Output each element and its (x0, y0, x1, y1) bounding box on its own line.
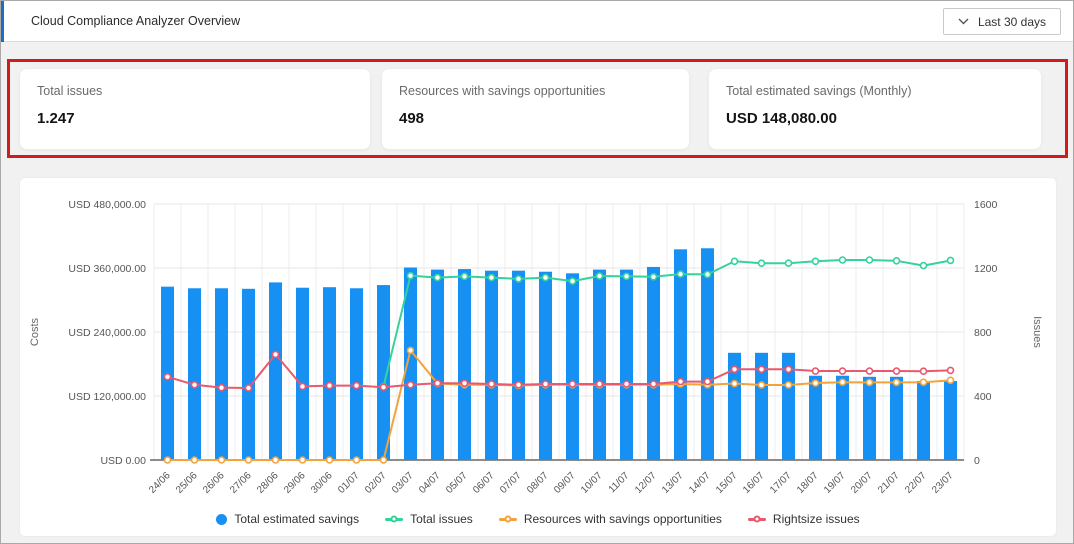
legend-label: Total issues (410, 512, 473, 526)
svg-text:11/07: 11/07 (607, 470, 632, 495)
stat-label: Resources with savings opportunities (399, 83, 606, 98)
combo-chart: USD 480,000.00 1600 USD 360,000.00 1200 USD … (26, 190, 1048, 513)
legend-marker-icon (753, 515, 761, 523)
legend-marker-icon (390, 515, 398, 523)
svg-text:Issues: Issues (1031, 316, 1043, 348)
svg-text:29/06: 29/06 (282, 470, 308, 496)
legend-item[interactable]: Rightsize issues (747, 512, 860, 526)
chart-legend: Total estimated savings Total issues Resou… (20, 512, 1056, 526)
svg-text:04/07: 04/07 (417, 470, 443, 496)
svg-text:06/07: 06/07 (471, 470, 497, 496)
svg-text:USD 480,000.00: USD 480,000.00 (68, 199, 146, 211)
svg-text:21/07: 21/07 (876, 470, 902, 496)
stat-value: 1.247 (37, 109, 75, 127)
svg-text:23/07: 23/07 (930, 470, 956, 496)
svg-text:24/06: 24/06 (147, 470, 173, 496)
legend-label: Total estimated savings (234, 512, 360, 526)
svg-text:800: 800 (974, 327, 992, 339)
page-title: Cloud Compliance Analyzer Overview (31, 14, 241, 28)
svg-text:400: 400 (974, 391, 992, 403)
svg-text:USD 0.00: USD 0.00 (100, 455, 146, 467)
svg-text:17/07: 17/07 (768, 470, 794, 496)
svg-text:18/07: 18/07 (795, 470, 821, 496)
legend-line-icon (747, 515, 766, 523)
svg-text:12/07: 12/07 (633, 470, 659, 496)
stat-label: Total issues (37, 83, 103, 98)
highlight-annotation-box: Total issues 1.247 Resources with saving… (7, 59, 1068, 158)
legend-label: Resources with savings opportunities (523, 512, 722, 526)
legend-item[interactable]: Total issues (385, 512, 473, 526)
svg-text:20/07: 20/07 (849, 470, 875, 496)
stat-label: Total estimated savings (Monthly) (726, 83, 912, 98)
legend-dot-icon (216, 513, 228, 525)
accent-strip (1, 1, 4, 42)
svg-text:26/06: 26/06 (201, 470, 227, 496)
svg-text:Costs: Costs (29, 317, 41, 346)
svg-text:22/07: 22/07 (903, 470, 929, 496)
svg-text:08/07: 08/07 (525, 470, 551, 496)
legend-line-icon (385, 515, 404, 523)
svg-text:16/07: 16/07 (741, 470, 767, 496)
svg-text:USD 240,000.00: USD 240,000.00 (68, 327, 146, 339)
legend-line-icon (498, 515, 517, 523)
summary-card-resources-savings: Resources with savings opportunities 498 (381, 67, 690, 150)
svg-text:01/07: 01/07 (336, 470, 362, 496)
summary-card-estimated-savings: Total estimated savings (Monthly) USD 14… (708, 67, 1042, 150)
legend-label: Rightsize issues (772, 512, 860, 526)
chevron-down-icon (958, 18, 969, 25)
svg-text:30/06: 30/06 (309, 470, 335, 496)
svg-text:15/07: 15/07 (714, 470, 740, 496)
svg-text:07/07: 07/07 (498, 470, 524, 496)
date-range-label: Last 30 days (977, 14, 1046, 29)
legend-item[interactable]: Total estimated savings (216, 512, 359, 526)
svg-text:02/07: 02/07 (363, 470, 389, 496)
svg-text:03/07: 03/07 (390, 470, 416, 496)
legend-marker-icon (504, 515, 512, 523)
svg-text:0: 0 (974, 455, 980, 467)
title-bar: Cloud Compliance Analyzer Overview Last … (1, 1, 1073, 42)
svg-text:1600: 1600 (974, 199, 998, 211)
svg-text:19/07: 19/07 (822, 470, 848, 496)
chart-card: USD 480,000.00 1600 USD 360,000.00 1200 USD … (19, 177, 1057, 537)
svg-text:09/07: 09/07 (552, 470, 578, 496)
svg-text:14/07: 14/07 (687, 470, 713, 496)
svg-text:USD 120,000.00: USD 120,000.00 (68, 391, 146, 403)
stat-value: 498 (399, 109, 425, 127)
svg-text:28/06: 28/06 (255, 470, 281, 496)
svg-text:13/07: 13/07 (660, 470, 686, 496)
svg-text:25/06: 25/06 (174, 470, 200, 496)
legend-item[interactable]: Resources with savings opportunities (498, 512, 722, 526)
svg-text:USD 360,000.00: USD 360,000.00 (68, 263, 146, 275)
svg-text:27/06: 27/06 (228, 470, 254, 496)
svg-text:05/07: 05/07 (444, 470, 470, 496)
summary-card-total-issues: Total issues 1.247 (19, 67, 371, 150)
date-range-button[interactable]: Last 30 days (942, 8, 1061, 35)
svg-text:10/07: 10/07 (579, 470, 605, 496)
svg-text:1200: 1200 (974, 263, 998, 275)
app-window: Cloud Compliance Analyzer Overview Last … (0, 0, 1074, 544)
stat-value: USD 148,080.00 (726, 109, 837, 127)
